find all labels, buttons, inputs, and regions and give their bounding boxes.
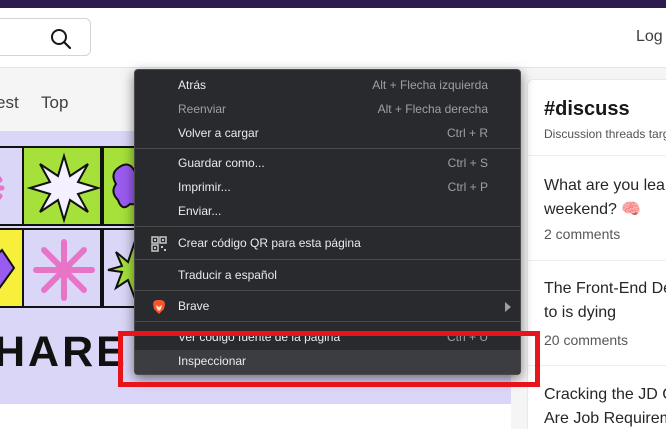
menu-item-forward[interactable]: Reenviar Alt + Flecha derecha [135,98,520,122]
menu-item-brave[interactable]: Brave [135,295,520,319]
menu-item-print[interactable]: Imprimir... Ctrl + P [135,176,520,200]
menu-item-shortcut: Ctrl + S [447,156,488,170]
menu-separator [135,148,520,149]
menu-item-shortcut: Alt + Flecha derecha [377,102,488,116]
menu-item-reload[interactable]: Volver a cargar Ctrl + R [135,122,520,146]
discussion-title[interactable]: The Front-End De to is dying [544,277,666,325]
menu-item-label: Crear código QR para esta página [178,236,361,250]
submenu-arrow-icon [505,302,511,312]
search-box[interactable] [0,18,91,56]
menu-item-translate[interactable]: Traducir a español [135,264,520,288]
search-icon[interactable] [49,27,73,51]
discuss-widget: #discuss Discussion threads targ What ar… [527,79,666,429]
divider [528,260,666,261]
menu-item-label: Traducir a español [178,268,277,282]
tab-top[interactable]: Top [41,93,68,113]
article-card-footer [0,404,511,429]
menu-item-save-as[interactable]: Guardar como... Ctrl + S [135,152,520,176]
menu-item-label: Atrás [178,78,207,92]
context-menu: Atrás Alt + Flecha izquierda Reenviar Al… [134,69,521,375]
discussion-title[interactable]: Cracking the JD C Are Job Requirem [544,383,666,429]
menu-item-label: Volver a cargar [178,126,259,140]
highlight-annotation-box [118,331,540,387]
menu-separator [135,226,520,227]
widget-subtitle: Discussion threads targ [544,127,666,141]
banner-text: HARE [0,328,128,376]
menu-item-label: Reenviar [178,102,227,116]
menu-separator [135,290,520,291]
comment-count: 2 comments [544,226,621,242]
menu-item-label: Enviar... [178,204,222,218]
brave-lion-icon [153,300,165,314]
widget-title[interactable]: #discuss [544,98,630,121]
banner-tile [22,228,102,308]
site-header: Log [0,8,666,68]
menu-item-shortcut: Alt + Flecha izquierda [372,78,488,92]
banner-tile [22,146,102,226]
menu-item-shortcut: Ctrl + P [447,180,488,194]
menu-item-send[interactable]: Enviar... [135,200,520,224]
divider [528,155,666,156]
menu-item-create-qr[interactable]: Crear código QR para esta página [135,232,520,256]
comment-count: 20 comments [544,332,629,348]
divider [528,365,666,366]
discussion-title[interactable]: What are you lear weekend? 🧠 [544,174,666,222]
login-link[interactable]: Log [636,28,663,46]
menu-item-label: Imprimir... [178,180,231,194]
menu-separator [135,259,520,260]
menu-separator [135,321,520,322]
menu-item-label: Guardar como... [178,156,265,170]
top-accent-strip [0,0,666,8]
menu-item-shortcut: Ctrl + R [446,126,488,140]
menu-item-label: Brave [178,299,210,313]
menu-item-back[interactable]: Atrás Alt + Flecha izquierda [135,74,520,98]
qr-code-icon [151,236,167,252]
tab-latest[interactable]: est [0,93,19,113]
